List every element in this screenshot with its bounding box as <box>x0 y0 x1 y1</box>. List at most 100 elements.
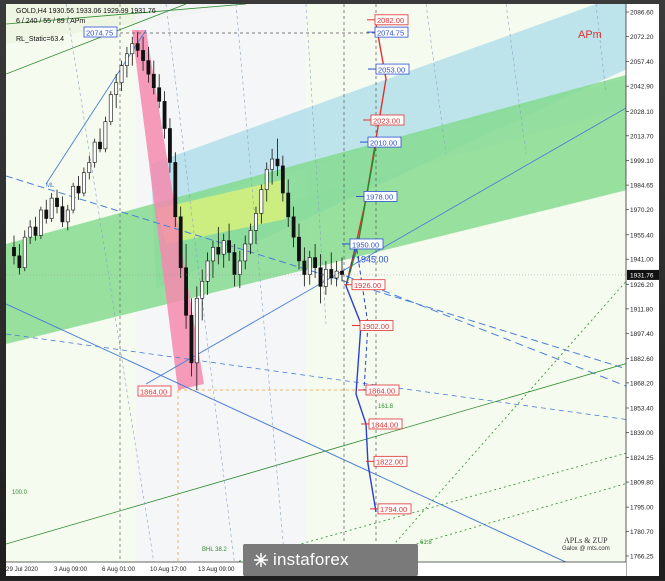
price-tick-label: 1868.20 <box>630 380 654 387</box>
candle <box>49 193 54 222</box>
level-value: 2053.00 <box>378 65 405 74</box>
line-label: ML <box>46 183 55 189</box>
price-tick-label: 2057.40 <box>630 59 654 66</box>
credits-line1: APLs & ZUP <box>564 536 608 545</box>
candle <box>60 196 65 227</box>
level-label: 2074.75 <box>367 26 409 38</box>
projection-blue-dashed <box>345 243 369 391</box>
price-chart[interactable]: 2082.00 2074.75 2053.00 2023.00 2010.00 1978.… <box>5 3 660 577</box>
candle <box>323 260 328 295</box>
level-label: 2082.00 <box>367 14 409 26</box>
level-label: 1902.00 <box>352 320 394 331</box>
level-value: 1978.00 <box>366 193 393 202</box>
line-label: 61.8 <box>420 540 432 546</box>
price-tick-label: 2072.20 <box>630 34 654 41</box>
level-value: 2082.00 <box>377 16 404 25</box>
price-tick-label: 1853.40 <box>630 406 654 413</box>
candle <box>98 128 102 153</box>
apm-label: APm <box>578 29 602 41</box>
candle <box>76 176 81 200</box>
price-tick-label: 1999.10 <box>630 158 654 165</box>
candle <box>340 257 344 282</box>
price-tick-label: 1795.00 <box>630 505 654 512</box>
line-label: 100.0 <box>12 490 28 496</box>
level-value: 1864.00 <box>368 386 395 395</box>
level-label: 1822.00 <box>366 455 408 467</box>
projection-blue-down <box>345 285 377 513</box>
candle <box>22 230 27 272</box>
credits-line2: Galox @ mts.com <box>562 546 610 552</box>
fan-line <box>345 275 660 400</box>
instaforex-watermark: instaforex <box>243 544 418 576</box>
fan-line <box>365 243 660 577</box>
marker-label: 2074.75 <box>83 26 118 38</box>
time-tick-label: 10 Aug 17:00 <box>150 566 187 573</box>
time-tick-label: 3 Aug 09:00 <box>54 566 88 573</box>
candle <box>92 138 97 168</box>
indicator-header: RL_Static=63.4 <box>16 36 65 43</box>
level-value: 1844.00 <box>371 420 398 429</box>
price-tick-label: 2013.70 <box>630 133 654 140</box>
marker-label: 1945.00 <box>356 254 389 264</box>
level-value: 1794.00 <box>380 505 407 514</box>
candle <box>38 206 43 239</box>
candle <box>103 116 108 153</box>
candle <box>173 152 178 227</box>
candle <box>334 260 339 287</box>
fan-line <box>5 333 660 425</box>
level-label: 1864.00 <box>358 384 400 396</box>
price-tick-label: 1984.65 <box>630 183 654 190</box>
level-label: 2053.00 <box>368 63 410 75</box>
price-tick-label: 1882.60 <box>630 356 654 363</box>
marker-value: 1945.00 <box>356 254 389 264</box>
price-tick-label: 1926.20 <box>630 282 654 289</box>
level-value: 2023.00 <box>373 116 400 125</box>
candle <box>114 74 119 109</box>
watermark-text: instaforex <box>273 550 349 569</box>
chart-window: 2082.00 2074.75 2053.00 2023.00 2010.00 1978.… <box>0 0 665 580</box>
price-tick-label: 2028.10 <box>630 109 654 116</box>
current-price-label: 1931.76 <box>630 273 654 280</box>
price-tick-label: 1955.40 <box>630 232 654 239</box>
price-tick-label: 2086.60 <box>630 10 654 17</box>
chart-canvas[interactable]: 2082.00 2074.75 2053.00 2023.00 2010.00 1978.… <box>5 3 660 577</box>
time-tick-label: 29 Jul 2020 <box>6 566 39 573</box>
level-label: 1926.00 <box>344 279 386 291</box>
price-tick-label: 1780.70 <box>630 529 654 536</box>
level-value: 1950.00 <box>352 240 379 249</box>
level-label: 1844.00 <box>361 418 403 430</box>
instaforex-logo-icon <box>254 553 268 567</box>
price-tick-label: 1839.00 <box>630 430 654 437</box>
price-tick-label: 1911.80 <box>630 306 653 313</box>
fan-line <box>5 353 660 545</box>
price-tick-label: 1970.20 <box>630 207 654 214</box>
candle <box>55 189 59 214</box>
symbol-header: GOLD,H4 1930.56 1933.06 1929.99 1931.76 <box>16 8 156 15</box>
level-value: 1822.00 <box>376 458 403 467</box>
level-value: 2074.75 <box>377 28 404 37</box>
level-value: 1902.00 <box>362 322 389 331</box>
line-label: BHL 38.2 <box>202 547 227 553</box>
candle <box>82 167 86 197</box>
candle <box>178 206 183 278</box>
line-label: 161.8 <box>378 404 394 410</box>
price-tick-label: 1897.40 <box>630 331 654 338</box>
candle <box>125 46 129 78</box>
time-tick-label: 13 Aug 09:00 <box>198 566 235 573</box>
level-value: 2010.00 <box>370 138 397 147</box>
price-tick-label: 1809.80 <box>630 480 654 487</box>
marker-value: 1864.00 <box>140 387 167 396</box>
time-tick-label: 6 Aug 01:00 <box>102 566 136 573</box>
marker-label: 1864.00 <box>137 385 172 397</box>
level-value: 1926.00 <box>354 281 381 290</box>
candle <box>65 204 70 231</box>
candle <box>130 36 135 66</box>
candle <box>44 199 49 224</box>
price-tick-label: 1766.25 <box>630 554 654 561</box>
price-tick-label: 1824.25 <box>630 455 654 462</box>
level-label: 1794.00 <box>370 503 412 515</box>
candle <box>108 91 113 126</box>
price-tick-label: 2042.90 <box>630 84 654 91</box>
marker-value: 2074.75 <box>86 28 113 37</box>
settings-header: 6 / 240 / 55 / 89 / APm <box>16 18 86 25</box>
